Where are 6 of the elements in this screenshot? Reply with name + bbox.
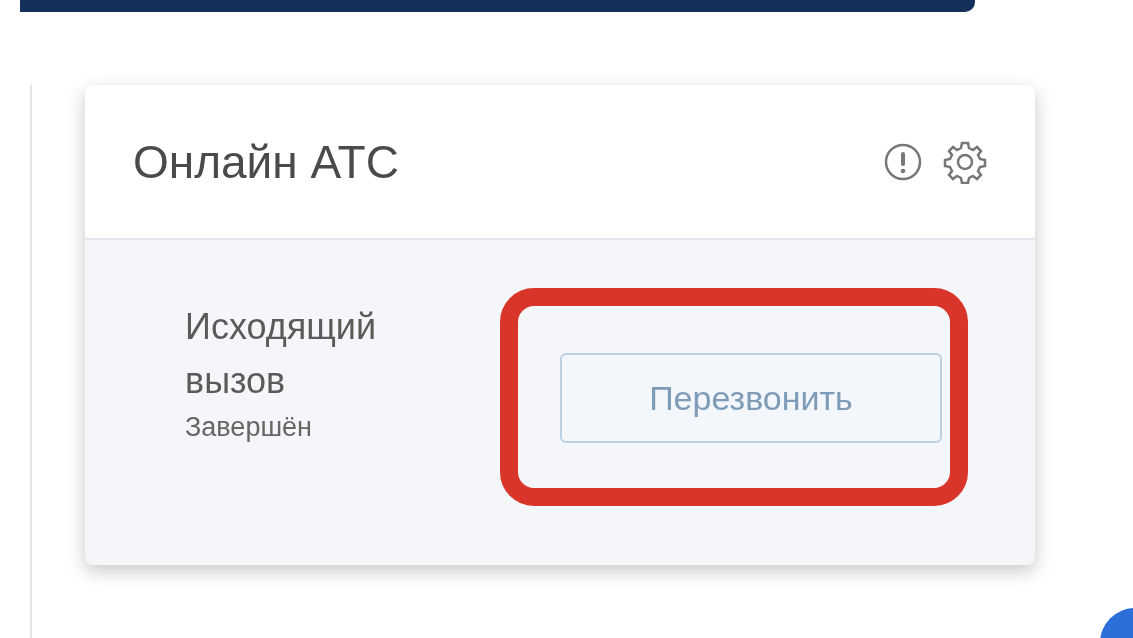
info-icon[interactable] xyxy=(883,141,923,182)
call-status: Завершён xyxy=(185,412,313,443)
callback-button[interactable]: Перезвонить xyxy=(560,353,942,443)
call-type: Исходящий вызов xyxy=(185,305,378,403)
settings-icon[interactable] xyxy=(943,139,987,184)
widget-title: Онлайн АТС xyxy=(133,134,399,189)
